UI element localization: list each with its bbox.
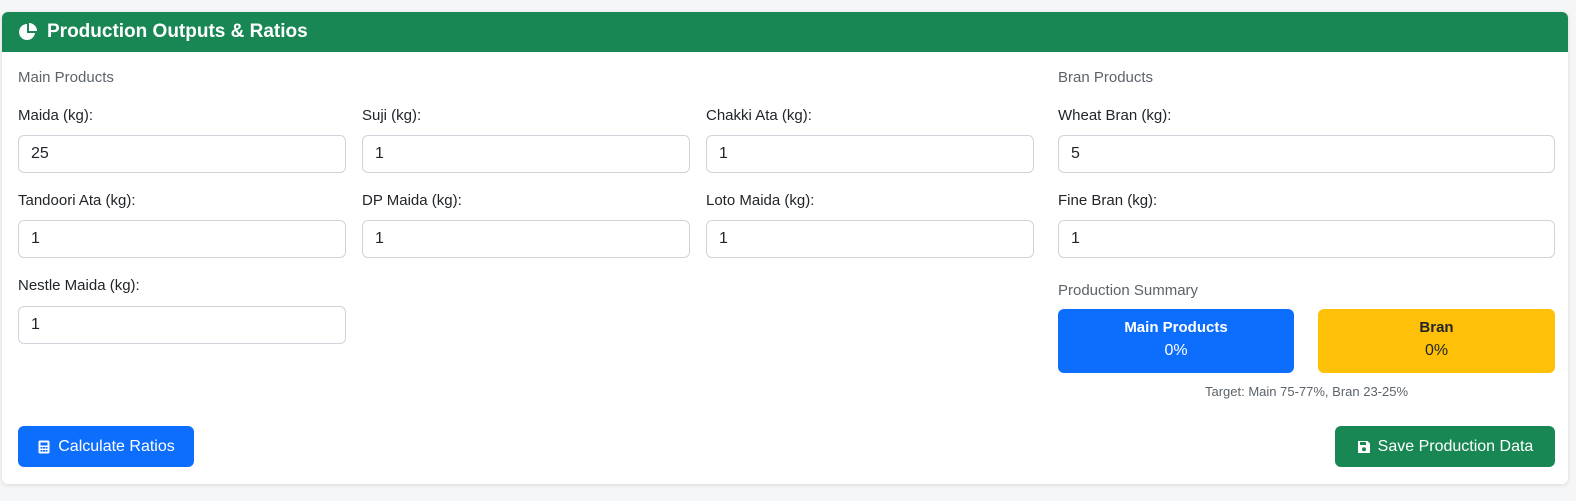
production-card: Production Outputs & Ratios Main Product… — [2, 12, 1568, 484]
chakki-ata-label: Chakki Ata (kg): — [706, 107, 812, 124]
tandoori-ata-input[interactable] — [18, 220, 346, 258]
save-icon — [1357, 440, 1371, 454]
chakki-ata-input[interactable] — [706, 135, 1034, 173]
bran-summary-title: Bran — [1419, 319, 1454, 336]
save-production-button[interactable]: Save Production Data — [1335, 426, 1555, 467]
wheat-bran-label: Wheat Bran (kg): — [1058, 107, 1172, 124]
calculator-icon — [37, 440, 51, 454]
page-title: Production Outputs & Ratios — [47, 21, 308, 42]
wheat-bran-input[interactable] — [1058, 135, 1555, 173]
bran-percentage: 0% — [1424, 342, 1449, 359]
maida-input[interactable] — [18, 135, 346, 173]
bran-summary: Bran 0% — [1318, 309, 1555, 373]
maida-label: Maida (kg): — [18, 107, 94, 124]
suji-label: Suji (kg): — [362, 107, 422, 124]
main-products-heading: Main Products — [18, 69, 114, 86]
production-summary-heading: Production Summary — [1058, 282, 1199, 299]
nestle-maida-label: Nestle Maida (kg): — [18, 277, 140, 294]
fine-bran-input[interactable] — [1058, 220, 1555, 258]
pie-chart-icon — [18, 22, 38, 42]
loto-maida-input[interactable] — [706, 220, 1034, 258]
bran-products-heading: Bran Products — [1058, 69, 1154, 86]
main-products-percentage: 0% — [1164, 342, 1188, 359]
dp-maida-input[interactable] — [362, 220, 690, 258]
calculate-ratios-label: Calculate Ratios — [58, 437, 175, 455]
fine-bran-label: Fine Bran (kg): — [1058, 192, 1158, 209]
calculate-ratios-button[interactable]: Calculate Ratios — [18, 426, 194, 467]
suji-input[interactable] — [362, 135, 690, 173]
tandoori-ata-label: Tandoori Ata (kg): — [18, 192, 136, 209]
nestle-maida-input[interactable] — [18, 306, 346, 344]
main-products-summary-title: Main Products — [1124, 319, 1228, 336]
main-products-summary: Main Products 0% — [1058, 309, 1294, 373]
loto-maida-label: Loto Maida (kg): — [706, 192, 815, 209]
target-ratio-text: Target: Main 75-77%, Bran 23-25% — [1204, 384, 1409, 399]
dp-maida-label: DP Maida (kg): — [362, 192, 462, 209]
save-production-label: Save Production Data — [1377, 437, 1534, 455]
card-header: Production Outputs & Ratios — [2, 12, 1568, 52]
